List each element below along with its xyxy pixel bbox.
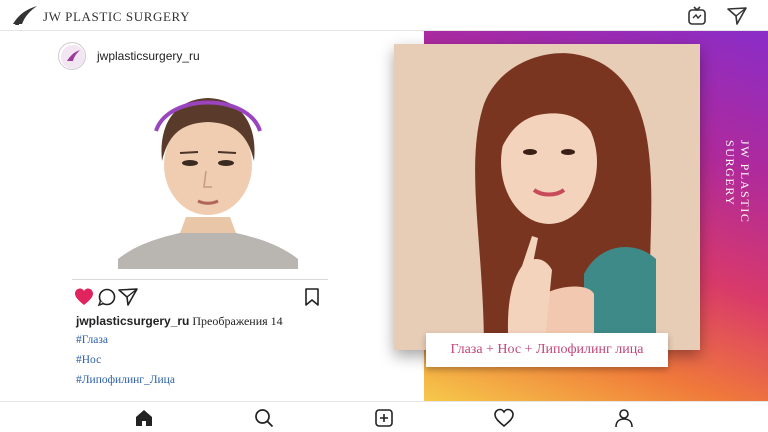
- hashtag-lipofilling[interactable]: #Липофилинг_Лица: [76, 374, 175, 386]
- search-icon[interactable]: [253, 407, 275, 429]
- add-post-icon[interactable]: [373, 407, 395, 429]
- procedure-label: Глаза + Нос + Липофилинг лица: [426, 333, 668, 367]
- bookmark-icon[interactable]: [302, 287, 322, 307]
- comment-icon[interactable]: [97, 287, 117, 307]
- bottom-nav: [0, 401, 768, 432]
- home-icon[interactable]: [133, 407, 155, 429]
- vertical-brand-text: JW PLASTIC SURGERY: [723, 140, 752, 224]
- avatar-logo-icon: [61, 45, 85, 69]
- activity-heart-icon[interactable]: [493, 407, 515, 429]
- igtv-icon[interactable]: [686, 5, 708, 27]
- profile-icon[interactable]: [613, 407, 635, 429]
- after-photo: [394, 44, 700, 350]
- before-photo: [118, 91, 298, 269]
- divider: [72, 279, 328, 280]
- post-username[interactable]: jwplasticsurgery_ru: [97, 49, 200, 63]
- direct-send-icon[interactable]: [726, 5, 748, 27]
- top-bar: JW PLASTIC SURGERY: [0, 0, 768, 31]
- avatar[interactable]: [58, 42, 86, 70]
- hashtag-eyes[interactable]: #Глаза: [76, 334, 108, 346]
- caption-username[interactable]: jwplasticsurgery_ru: [76, 314, 189, 328]
- caption-text: Преображения 14: [192, 314, 283, 328]
- share-icon[interactable]: [118, 287, 138, 307]
- heart-icon[interactable]: [74, 287, 94, 307]
- jw-logo-icon[interactable]: [10, 4, 40, 28]
- procedure-label-text: Глаза + Нос + Липофилинг лица: [450, 342, 644, 357]
- brand-name[interactable]: JW PLASTIC SURGERY: [43, 9, 190, 25]
- hashtag-nose[interactable]: #Нос: [76, 354, 101, 366]
- post-caption: jwplasticsurgery_ru Преображения 14: [76, 314, 283, 329]
- instagram-post: jwplasticsurgery_ru jwplasticsurgery_ru …: [0, 31, 424, 401]
